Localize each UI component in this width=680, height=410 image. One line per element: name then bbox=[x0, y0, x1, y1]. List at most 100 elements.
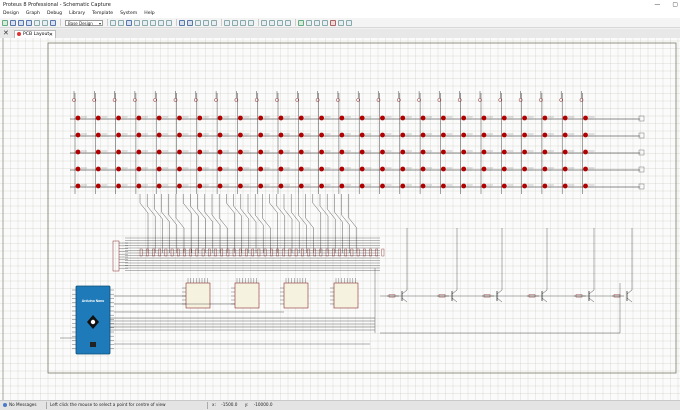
led bbox=[177, 183, 182, 189]
led bbox=[298, 149, 304, 155]
led bbox=[583, 183, 588, 189]
row-terminal bbox=[638, 149, 645, 156]
row-terminal bbox=[638, 132, 645, 139]
origin-icon[interactable] bbox=[126, 19, 132, 26]
led bbox=[319, 183, 324, 189]
zoom-all-icon[interactable] bbox=[158, 19, 164, 26]
bus-wire bbox=[247, 194, 257, 253]
led bbox=[177, 132, 182, 138]
resistor bbox=[170, 248, 174, 257]
maximize-button[interactable]: ▢ bbox=[672, 1, 678, 8]
menu-library[interactable]: Library bbox=[66, 10, 89, 18]
led bbox=[319, 166, 324, 172]
led bbox=[197, 183, 203, 189]
led bbox=[238, 166, 243, 172]
refresh-icon[interactable] bbox=[110, 19, 116, 26]
led bbox=[562, 115, 568, 121]
menu-design[interactable]: Design bbox=[0, 10, 23, 18]
led bbox=[583, 166, 588, 172]
led bbox=[339, 115, 345, 121]
led bbox=[359, 166, 365, 172]
export-icon[interactable] bbox=[42, 19, 48, 26]
led bbox=[380, 132, 385, 138]
pick-device-icon[interactable] bbox=[261, 19, 267, 26]
toolbar: Base Design ▾ bbox=[0, 18, 680, 28]
led bbox=[461, 115, 467, 121]
block-copy-icon[interactable] bbox=[224, 19, 230, 26]
led bbox=[420, 183, 426, 189]
resistor bbox=[313, 248, 317, 257]
shift-register bbox=[234, 282, 260, 309]
zoom-out-icon[interactable] bbox=[150, 19, 156, 26]
zoom-in-icon[interactable] bbox=[142, 19, 148, 26]
led bbox=[258, 132, 264, 138]
netlist-icon[interactable] bbox=[322, 19, 328, 26]
led bbox=[583, 115, 588, 121]
toolbar-separator bbox=[60, 19, 61, 26]
block-rotate-icon[interactable] bbox=[240, 19, 246, 26]
grid-icon[interactable] bbox=[118, 19, 124, 26]
close-all-tabs-icon[interactable]: ✕ bbox=[3, 29, 9, 37]
block-delete-icon[interactable] bbox=[248, 19, 254, 26]
led bbox=[217, 115, 223, 121]
paste-icon[interactable] bbox=[211, 19, 217, 26]
zoom-area-icon[interactable] bbox=[166, 19, 172, 26]
tab-pcb-layout[interactable]: PCB Layout ✕ bbox=[14, 30, 56, 38]
package-tool-icon[interactable] bbox=[277, 19, 283, 26]
arduino-logo bbox=[90, 319, 96, 325]
search-tag-icon[interactable] bbox=[306, 19, 312, 26]
led bbox=[217, 132, 223, 138]
y-coordinate-label: y: bbox=[244, 402, 249, 407]
resistor bbox=[332, 248, 335, 257]
menu-debug[interactable]: Debug bbox=[44, 10, 66, 18]
header-connector bbox=[112, 240, 120, 272]
schematic-drawing[interactable]: Arduino Nano bbox=[0, 38, 680, 400]
bus-wire bbox=[305, 194, 314, 253]
bus-wire bbox=[312, 194, 321, 253]
help-icon[interactable] bbox=[50, 19, 56, 26]
led bbox=[177, 149, 182, 155]
bom-icon[interactable] bbox=[338, 19, 344, 26]
decompose-icon[interactable] bbox=[285, 19, 291, 26]
menu-template[interactable]: Template bbox=[89, 10, 117, 18]
new-file-icon[interactable] bbox=[10, 19, 16, 26]
redo-icon[interactable] bbox=[187, 19, 193, 26]
led bbox=[441, 132, 446, 138]
copy-icon[interactable] bbox=[203, 19, 209, 26]
report-icon[interactable] bbox=[346, 19, 352, 26]
undo-icon[interactable] bbox=[179, 19, 185, 26]
erc-icon[interactable] bbox=[330, 19, 336, 26]
open-file-icon[interactable] bbox=[18, 19, 24, 26]
home-icon[interactable] bbox=[2, 19, 8, 26]
save-icon[interactable] bbox=[26, 19, 32, 26]
led bbox=[258, 166, 264, 172]
make-device-icon[interactable] bbox=[269, 19, 275, 26]
resistor bbox=[152, 248, 155, 257]
resistor bbox=[214, 248, 217, 257]
design-select[interactable]: Base Design ▾ bbox=[65, 19, 103, 26]
schematic-canvas[interactable]: Arduino Nano bbox=[0, 38, 680, 400]
menu-graph[interactable]: Graph bbox=[23, 10, 44, 18]
import-icon[interactable] bbox=[34, 19, 40, 26]
toolbar-separator bbox=[107, 19, 108, 26]
led bbox=[522, 166, 527, 172]
bus-wire bbox=[226, 194, 235, 253]
cut-icon[interactable] bbox=[195, 19, 201, 26]
property-assign-icon[interactable] bbox=[314, 19, 320, 26]
led bbox=[136, 183, 142, 189]
pan-icon[interactable] bbox=[134, 19, 140, 26]
transistor bbox=[451, 297, 458, 303]
menu-help[interactable]: Help bbox=[141, 10, 158, 18]
led bbox=[501, 132, 507, 138]
transistor bbox=[541, 289, 548, 295]
wire-autorouter-icon[interactable] bbox=[298, 19, 304, 26]
led bbox=[298, 166, 304, 172]
bus-wire bbox=[154, 194, 163, 253]
led bbox=[95, 183, 101, 189]
transistor bbox=[626, 297, 633, 303]
bus-wire bbox=[240, 194, 249, 253]
menu-system[interactable]: System bbox=[117, 10, 141, 18]
messages-indicator[interactable]: No Messages bbox=[3, 402, 37, 407]
minimize-button[interactable]: — bbox=[654, 1, 660, 8]
block-move-icon[interactable] bbox=[232, 19, 238, 26]
